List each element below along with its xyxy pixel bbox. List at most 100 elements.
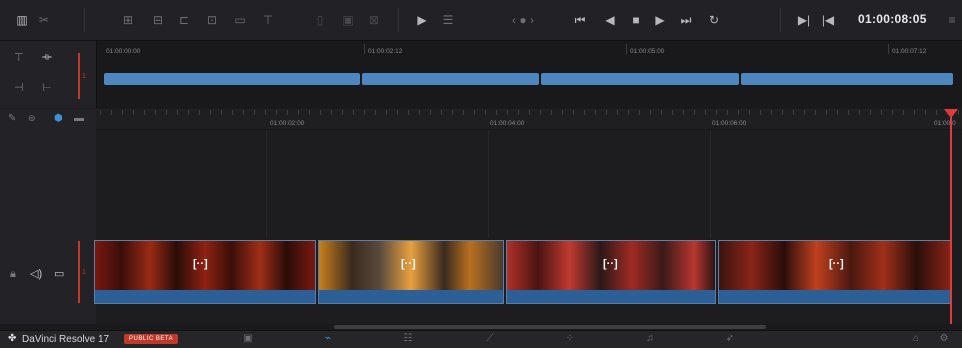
ruler-tick — [276, 110, 277, 115]
ruler-timecode: 01:00:00:00 — [106, 48, 141, 55]
razor-icon[interactable]: ✎ — [8, 113, 16, 124]
cut-page-icon[interactable]: ⌁ — [318, 333, 338, 344]
scissors-icon[interactable]: ✂ — [36, 12, 52, 28]
ruler-tick — [859, 110, 860, 115]
ruler-tick — [925, 110, 926, 115]
ruler-tick — [342, 110, 343, 115]
timeline-options-icon[interactable]: ☰ — [440, 12, 456, 28]
lower-track-header: ✎ ⊜ ⬢ ▬ 🔒︎ ◁) ▭ 1 — [0, 109, 97, 324]
prev-clip-icon[interactable]: ⏮ — [572, 12, 588, 28]
marker-icon[interactable]: ⬢ — [54, 113, 63, 124]
cut-transition-icon[interactable]: ▯ — [312, 12, 328, 28]
append-icon[interactable]: ⊟ — [150, 12, 166, 28]
ruler-tick — [551, 110, 552, 115]
menu-icon[interactable]: ≡ — [944, 12, 960, 28]
play-icon[interactable]: ▶ — [652, 12, 668, 28]
ruler-tick — [166, 110, 167, 115]
go-to-end-icon[interactable]: ▶| — [796, 12, 812, 28]
ruler-timecode: 01:00:04:00 — [490, 120, 525, 127]
ruler-tick — [903, 110, 904, 115]
video-clip[interactable]: [··] — [318, 240, 504, 304]
ruler-tick — [573, 110, 574, 115]
media-page-icon[interactable]: ▣ — [238, 333, 258, 344]
source-overwrite-icon[interactable]: ⊤ — [260, 12, 276, 28]
upper-track-header: ⊤ ⟛ ⊣ ⊢ 1 — [0, 41, 97, 108]
toolbar: ▥ ✂ ⊞ ⊟ ⊏ ⊡ ▭ ⊤ ▯ ▣ ⊠ ▶ ☰ ‹ ● › ⏮ ◀ ■ ▶ … — [0, 0, 962, 41]
clip-marker: [··] — [829, 258, 844, 270]
ruler-tick — [639, 110, 640, 115]
ruler-tick — [463, 110, 464, 115]
deliver-page-icon[interactable]: ➶ — [720, 333, 740, 344]
edit-page-icon[interactable]: ☷ — [398, 333, 418, 344]
ruler-tick — [870, 110, 871, 115]
ruler-tick — [771, 110, 772, 115]
split-clip-icon[interactable]: ⟛ — [42, 51, 52, 64]
scrollbar-thumb[interactable] — [334, 325, 766, 329]
smart-insert-icon[interactable]: ⊞ — [120, 12, 136, 28]
flag-icon[interactable]: ▬ — [74, 113, 84, 124]
reverse-play-icon[interactable]: ◀ — [602, 12, 618, 28]
link-icon[interactable]: ⊜ — [28, 113, 36, 124]
stop-icon[interactable]: ■ — [628, 12, 644, 28]
ruler-tick — [111, 110, 112, 115]
go-to-start-icon[interactable]: |◀ — [820, 12, 836, 28]
source-tape-icon[interactable]: ▶ — [414, 12, 430, 28]
ruler-tick — [672, 110, 673, 115]
close-up-icon[interactable]: ⊡ — [204, 12, 220, 28]
audio-waveform — [95, 290, 315, 303]
ruler-timecode: 01:00:02:00 — [270, 120, 305, 127]
ruler-tick — [518, 110, 519, 115]
speaker-icon[interactable]: ◁) — [30, 267, 42, 280]
ruler-tick — [793, 110, 794, 115]
jog-shuttle-icon[interactable]: ‹ ● › — [506, 12, 540, 28]
ripple-overwrite-icon[interactable]: ⊏ — [176, 12, 192, 28]
settings-icon[interactable]: ⚙ — [934, 333, 954, 344]
audio-trim-icon[interactable]: ⊣ — [14, 81, 24, 94]
ruler-tick — [936, 110, 937, 115]
audio-meter-icon[interactable]: ▥ — [14, 12, 30, 28]
place-on-top-icon[interactable]: ▭ — [232, 12, 248, 28]
ruler-tick — [507, 110, 508, 115]
monitor-icon[interactable]: ▭ — [54, 267, 64, 280]
ruler-tick — [474, 110, 475, 115]
home-icon[interactable]: ⌂ — [906, 333, 926, 344]
divider — [780, 8, 781, 32]
lock-icon[interactable]: 🔒︎ — [10, 268, 16, 281]
next-clip-icon[interactable]: ⏭ — [678, 12, 694, 28]
color-page-icon[interactable]: ⁘ — [560, 333, 580, 344]
ruler-tick — [100, 110, 101, 115]
dissolve-icon[interactable]: ▣ — [340, 12, 356, 28]
ruler-tick — [540, 110, 541, 115]
loop-icon[interactable]: ↻ — [706, 12, 722, 28]
smooth-cut-icon[interactable]: ⊠ — [366, 12, 382, 28]
ruler-tick — [364, 110, 365, 115]
overview-clip[interactable] — [104, 73, 360, 85]
ruler-tick — [452, 110, 453, 115]
ruler-tick — [749, 110, 750, 115]
snap-icon[interactable]: ⊤ — [14, 51, 24, 64]
ruler-tick — [309, 110, 310, 115]
track-indicator — [78, 241, 80, 303]
overview-clip[interactable] — [741, 73, 953, 85]
ruler-tick — [815, 110, 816, 115]
video-clip[interactable]: [··] — [506, 240, 716, 304]
fairlight-page-icon[interactable]: ♫ — [640, 333, 660, 344]
overview-clip[interactable] — [541, 73, 739, 85]
ruler-mark — [626, 44, 627, 54]
ruler-tick — [782, 110, 783, 115]
ruler-timecode: 01:00:06:00 — [712, 120, 747, 127]
playhead[interactable] — [950, 110, 952, 324]
divider — [84, 8, 85, 32]
video-clip[interactable]: [··] — [718, 240, 952, 304]
ruler-tick — [529, 110, 530, 115]
ruler-tick — [716, 110, 717, 115]
audio-waveform — [719, 290, 951, 303]
ruler-timecode: 01:00:02:12 — [368, 48, 403, 55]
video-trim-icon[interactable]: ⊢ — [42, 81, 52, 94]
video-clip[interactable]: [··] — [94, 240, 316, 304]
ruler-tick — [694, 110, 695, 115]
ruler-tick — [496, 110, 497, 115]
gridline — [710, 130, 711, 238]
overview-clip[interactable] — [362, 73, 539, 85]
fusion-page-icon[interactable]: ⟋ — [480, 333, 500, 344]
